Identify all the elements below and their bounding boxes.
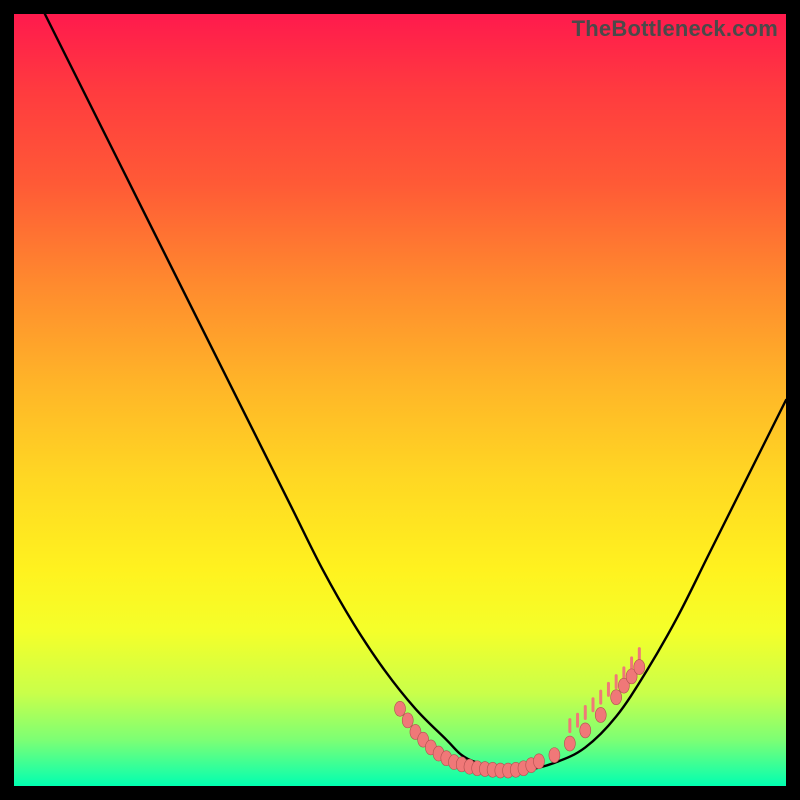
bottleneck-curve <box>45 14 786 772</box>
cluster-dot <box>595 707 606 722</box>
cluster-dot <box>395 701 406 716</box>
dot-cluster <box>395 660 645 778</box>
cluster-dot <box>533 754 544 769</box>
chart-frame: TheBottleneck.com <box>14 14 786 786</box>
cluster-dot <box>580 723 591 738</box>
cluster-dot <box>549 748 560 763</box>
bottleneck-curve-path <box>45 14 786 772</box>
cluster-dot <box>402 713 413 728</box>
curve-layer <box>14 14 786 786</box>
cluster-dot <box>634 660 645 675</box>
cluster-dot <box>611 690 622 705</box>
cluster-dot <box>564 736 575 751</box>
plot-area: TheBottleneck.com <box>14 14 786 786</box>
